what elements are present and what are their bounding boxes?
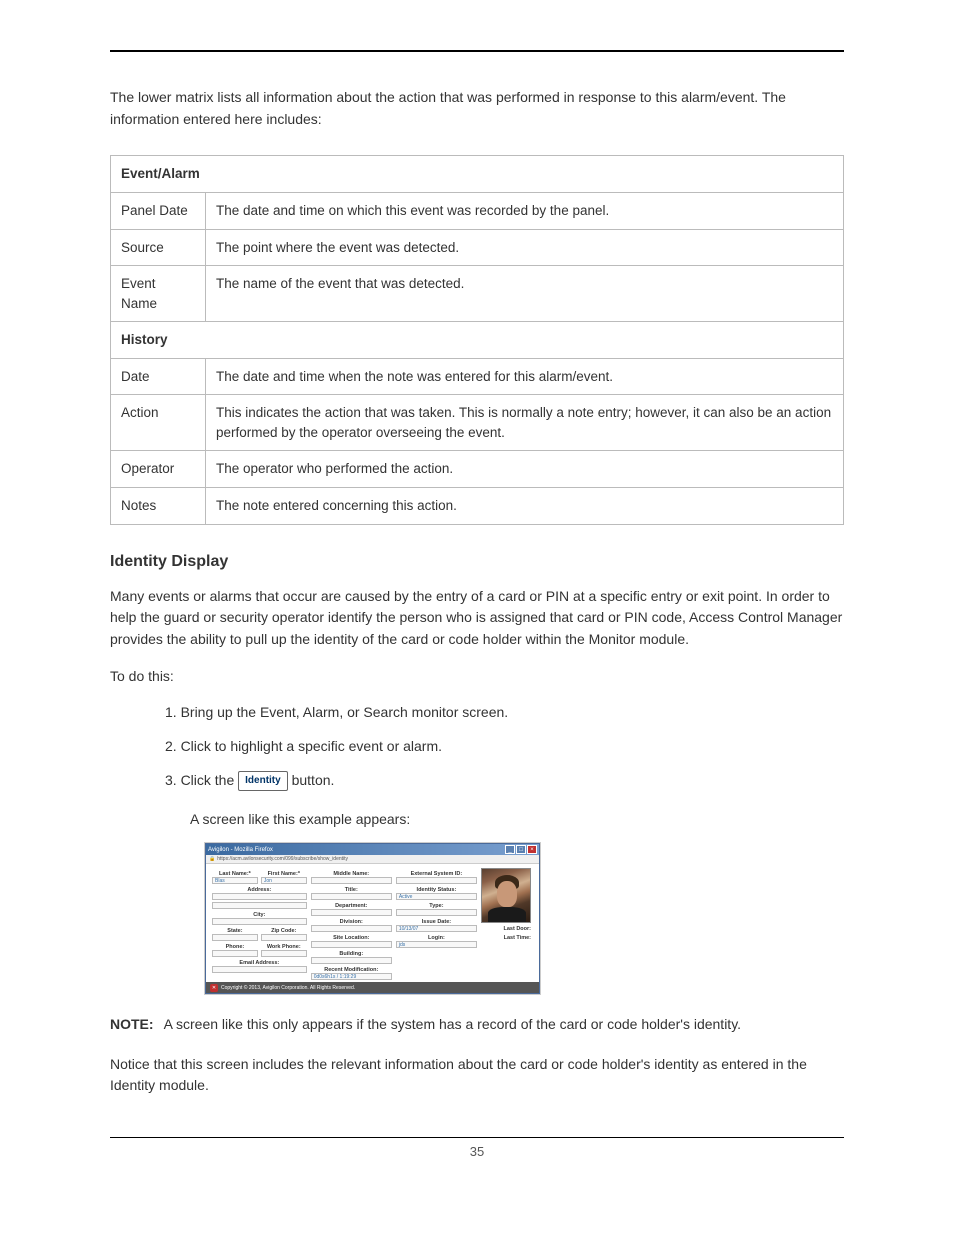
field-address2 <box>212 902 307 909</box>
note-label: NOTE: <box>110 1014 154 1036</box>
field-issue-date: 10/13/07 <box>396 925 477 932</box>
avigilon-logo-icon: ✕ <box>210 984 218 992</box>
field-phone <box>212 950 258 957</box>
identity-display-heading: Identity Display <box>110 553 844 571</box>
section-header-cell: History <box>111 322 844 359</box>
field-email <box>212 966 307 973</box>
row-label: Source <box>111 229 206 266</box>
field-division <box>311 925 392 932</box>
row-label: Event Name <box>111 266 206 322</box>
page-number: 35 <box>470 1144 484 1159</box>
step3-subtext: A screen like this example appears: <box>190 809 844 831</box>
row-label: Panel Date <box>111 192 206 229</box>
identity-display-paragraph: Many events or alarms that occur are cau… <box>110 586 844 651</box>
mock-urlbar: 🔒 https://acm.avilonsecurity.com/099/sub… <box>206 855 539 864</box>
row-desc: The operator who performed the action. <box>206 451 844 488</box>
todo-label: To do this: <box>110 666 844 688</box>
footer-copyright: Copyright © 2013, Avigilon Corporation. … <box>221 985 355 991</box>
field-first-name: Jon <box>261 877 307 884</box>
field-recent-mod: 0d0s6h1s / 1:19:29 <box>311 973 392 980</box>
table-row: Operator The operator who performed the … <box>111 451 844 488</box>
table-row: Action This indicates the action that wa… <box>111 395 844 451</box>
row-desc: The note entered concerning this action. <box>206 488 844 525</box>
mock-footer: ✕ Copyright © 2013, Avigilon Corporation… <box>206 982 539 993</box>
field-site-location <box>311 941 392 948</box>
row-desc: The point where the event was detected. <box>206 229 844 266</box>
field-zip <box>261 934 307 941</box>
table-row: Event Name The name of the event that wa… <box>111 266 844 322</box>
intro-paragraph: The lower matrix lists all information a… <box>110 87 844 130</box>
maximize-icon: □ <box>516 845 526 854</box>
field-last-name: Blas <box>212 877 258 884</box>
window-title: Avigilon - Mozilla Firefox <box>208 847 273 853</box>
field-building <box>311 957 392 964</box>
close-icon: × <box>527 845 537 854</box>
mock-body: Last Name:* Blas First Name:* Jon Addres… <box>206 864 539 982</box>
table-row: Panel Date The date and time on which th… <box>111 192 844 229</box>
field-work-phone <box>261 950 307 957</box>
mock-titlebar: Avigilon - Mozilla Firefox _ □ × <box>206 844 539 855</box>
row-desc: The name of the event that was detected. <box>206 266 844 322</box>
table-row: Date The date and time when the note was… <box>111 358 844 395</box>
row-desc: The date and time on which this event wa… <box>206 192 844 229</box>
section-header-cell: Event/Alarm <box>111 156 844 193</box>
top-rule <box>110 50 844 52</box>
step-item: 2. Click to highlight a specific event o… <box>165 736 844 758</box>
field-login: jds <box>396 941 477 948</box>
row-label: Operator <box>111 451 206 488</box>
field-type <box>396 909 477 916</box>
step-item: 1. Bring up the Event, Alarm, or Search … <box>165 702 844 724</box>
steps-list: 1. Bring up the Event, Alarm, or Search … <box>110 702 844 791</box>
row-label: Action <box>111 395 206 451</box>
label-last-time: Last Time: <box>481 935 533 941</box>
closing-paragraph: Notice that this screen includes the rel… <box>110 1054 844 1097</box>
mock-col-status: External System ID: Identity Status: Act… <box>396 868 477 980</box>
mock-col-work: Middle Name: Title: Department: Division… <box>311 868 392 980</box>
identity-screenshot: Avigilon - Mozilla Firefox _ □ × 🔒 https… <box>205 843 844 994</box>
mock-col-personal: Last Name:* Blas First Name:* Jon Addres… <box>212 868 307 980</box>
table-section-header: History <box>111 322 844 359</box>
field-state <box>212 934 258 941</box>
field-identity-status: Active <box>396 893 477 900</box>
table-section-header: Event/Alarm <box>111 156 844 193</box>
label-last-door: Last Door: <box>481 926 533 932</box>
field-title <box>311 893 392 900</box>
row-label: Notes <box>111 488 206 525</box>
row-desc: The date and time when the note was ente… <box>206 358 844 395</box>
lock-icon: 🔒 <box>209 856 215 862</box>
note-body: A screen like this only appears if the s… <box>164 1014 742 1036</box>
row-desc: This indicates the action that was taken… <box>206 395 844 451</box>
step3-prefix: 3. Click the <box>165 772 238 788</box>
mock-window: Avigilon - Mozilla Firefox _ □ × 🔒 https… <box>205 843 540 994</box>
field-city <box>212 918 307 925</box>
step-item: 3. Click the Identity button. <box>165 770 844 792</box>
minimize-icon: _ <box>505 845 515 854</box>
step3-suffix: button. <box>292 772 335 788</box>
identity-button[interactable]: Identity <box>238 771 288 791</box>
table-row: Source The point where the event was det… <box>111 229 844 266</box>
page-footer: 35 <box>110 1137 844 1159</box>
note-block: NOTE: A screen like this only appears if… <box>110 1014 844 1036</box>
url-text: https://acm.avilonsecurity.com/099/subsc… <box>217 856 348 862</box>
field-address1 <box>212 893 307 900</box>
field-external-id <box>396 877 477 884</box>
field-middle-name <box>311 877 392 884</box>
mock-col-photo: Last Door: Last Time: <box>481 868 533 980</box>
row-label: Date <box>111 358 206 395</box>
field-department <box>311 909 392 916</box>
event-alarm-table: Event/Alarm Panel Date The date and time… <box>110 155 844 524</box>
table-row: Notes The note entered concerning this a… <box>111 488 844 525</box>
identity-photo <box>481 868 531 923</box>
